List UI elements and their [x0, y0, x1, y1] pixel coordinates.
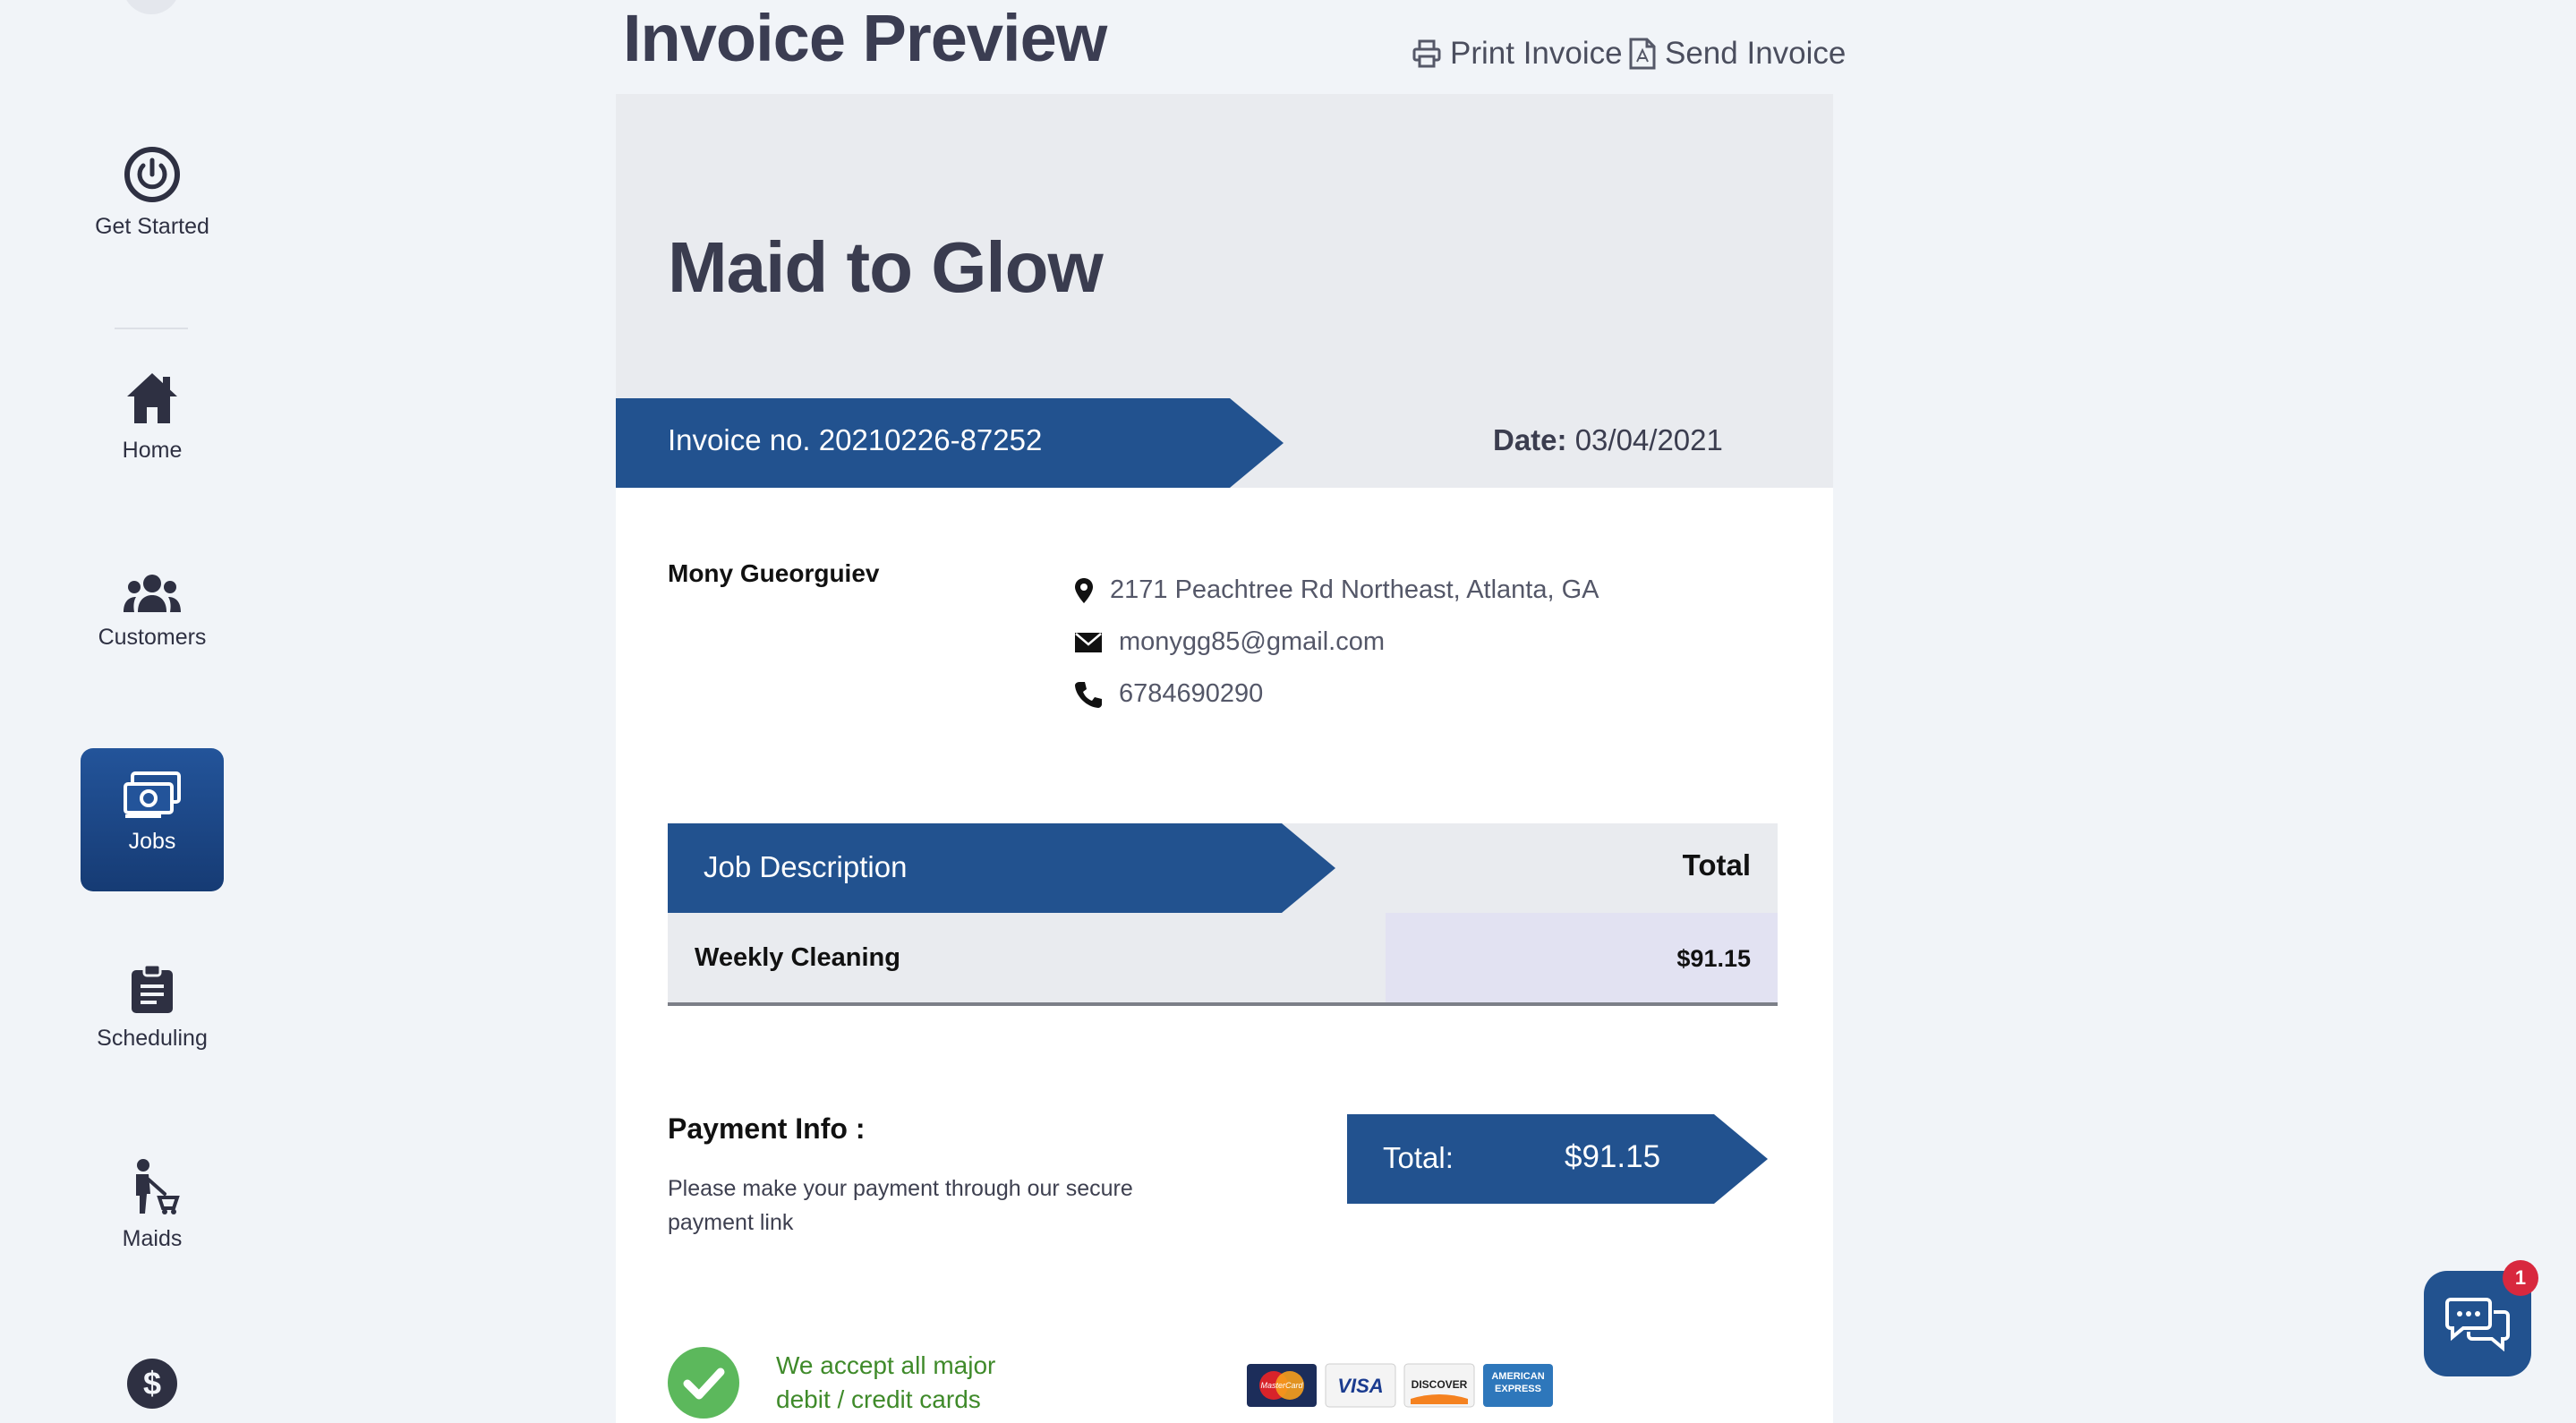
sidebar-item-label: Jobs [128, 829, 176, 854]
card-logos: MasterCard VISA DISCOVER AMERICAN EXPRES… [1246, 1363, 1554, 1408]
accepted-cards-line2: debit / credit cards [776, 1385, 981, 1413]
envelope-icon [1075, 632, 1102, 652]
american-express-icon: AMERICAN EXPRESS [1483, 1364, 1553, 1407]
svg-text:VISA: VISA [1337, 1375, 1383, 1397]
collapse-toggle-icon[interactable] [120, 0, 183, 23]
home-icon [127, 373, 177, 423]
svg-text:DISCOVER: DISCOVER [1412, 1378, 1468, 1391]
cleaner-icon [136, 1159, 180, 1214]
users-icon [124, 575, 181, 612]
sidebar-item-get-started[interactable]: Get Started [81, 146, 224, 240]
svg-text:$: $ [143, 1365, 161, 1402]
invoice-number: Invoice no. 20210226-87252 [668, 423, 1043, 456]
column-header-description: Job Description [704, 850, 908, 883]
sidebar-item-jobs[interactable]: Jobs [81, 748, 224, 891]
sidebar-item-label: Home [122, 438, 183, 463]
phone-icon [1075, 681, 1102, 708]
payment-info-description: Please make your payment through our sec… [668, 1176, 1133, 1235]
accepted-cards-line1: We accept all major [776, 1351, 996, 1379]
customer-name: Mony Gueorguiev [668, 559, 880, 587]
mastercard-icon: MasterCard [1247, 1364, 1317, 1407]
column-header-total: Total [1682, 848, 1751, 882]
discover-icon: DISCOVER [1403, 1363, 1475, 1408]
invoice-date: Date: 03/04/2021 [1493, 423, 1723, 457]
invoice-date-value: 03/04/2021 [1574, 423, 1723, 456]
visa-icon: VISA [1325, 1363, 1396, 1408]
customer-email-text[interactable]: monygg85@gmail.com [1119, 627, 1385, 657]
total-value: $91.15 [1565, 1139, 1661, 1174]
checkmark-icon [668, 1347, 739, 1419]
send-invoice-label: Send Invoice [1665, 36, 1847, 71]
table-row: Weekly Cleaning $91.15 [668, 913, 1778, 1006]
sidebar-item-maids[interactable]: Maids [81, 1158, 224, 1252]
customer-phone-text[interactable]: 6784690290 [1119, 679, 1263, 709]
power-icon [124, 147, 180, 202]
chat-bubbles-icon [2445, 1298, 2510, 1351]
invoice-date-label: Date: [1493, 423, 1567, 456]
sidebar-item-label: Maids [122, 1226, 183, 1251]
invoice-document: Maid to Glow Invoice no. 20210226-87252 … [616, 94, 1833, 1423]
company-name: Maid to Glow [668, 227, 1104, 307]
svg-text:MasterCard: MasterCard [1260, 1381, 1303, 1390]
sidebar-item-label: Scheduling [97, 1026, 208, 1051]
customer-address-text: 2171 Peachtree Rd Northeast, Atlanta, GA [1110, 575, 1599, 604]
payment-info-title: Payment Info : [668, 1112, 866, 1145]
sidebar-item-label: Get Started [95, 214, 209, 239]
print-invoice-label: Print Invoice [1450, 36, 1623, 71]
dollar-icon: $ [127, 1359, 177, 1409]
sidebar-item-customers[interactable]: Customers [81, 573, 224, 651]
sidebar-item-label: Customers [98, 625, 207, 650]
sidebar: Get Started Home Customers Jobs Scheduli… [0, 0, 304, 1423]
location-pin-icon [1075, 577, 1093, 603]
customer-address: 2171 Peachtree Rd Northeast, Atlanta, GA [1074, 575, 1599, 605]
sidebar-item-home[interactable]: Home [81, 370, 224, 464]
chat-notification-badge: 1 [2503, 1260, 2538, 1296]
total-label: Total: [1383, 1141, 1454, 1174]
print-invoice-button[interactable]: Print Invoice [1412, 36, 1623, 72]
page-title: Invoice Preview [623, 1, 1107, 75]
sidebar-divider [115, 328, 188, 329]
customer-email: monygg85@gmail.com [1074, 627, 1385, 657]
send-invoice-button[interactable]: Send Invoice [1629, 36, 1846, 72]
customer-phone: 6784690290 [1074, 679, 1263, 709]
accepted-cards-text: We accept all major debit / credit cards [776, 1349, 995, 1417]
pdf-file-icon [1629, 38, 1656, 70]
sidebar-item-scheduling[interactable]: Scheduling [81, 963, 224, 1052]
money-icon [124, 771, 181, 818]
sidebar-item-billing[interactable]: $ [81, 1357, 224, 1410]
table-cell-total: $91.15 [1676, 945, 1751, 972]
table-cell-description: Weekly Cleaning [695, 943, 900, 972]
printer-icon [1412, 39, 1441, 68]
clipboard-icon [132, 963, 173, 1013]
